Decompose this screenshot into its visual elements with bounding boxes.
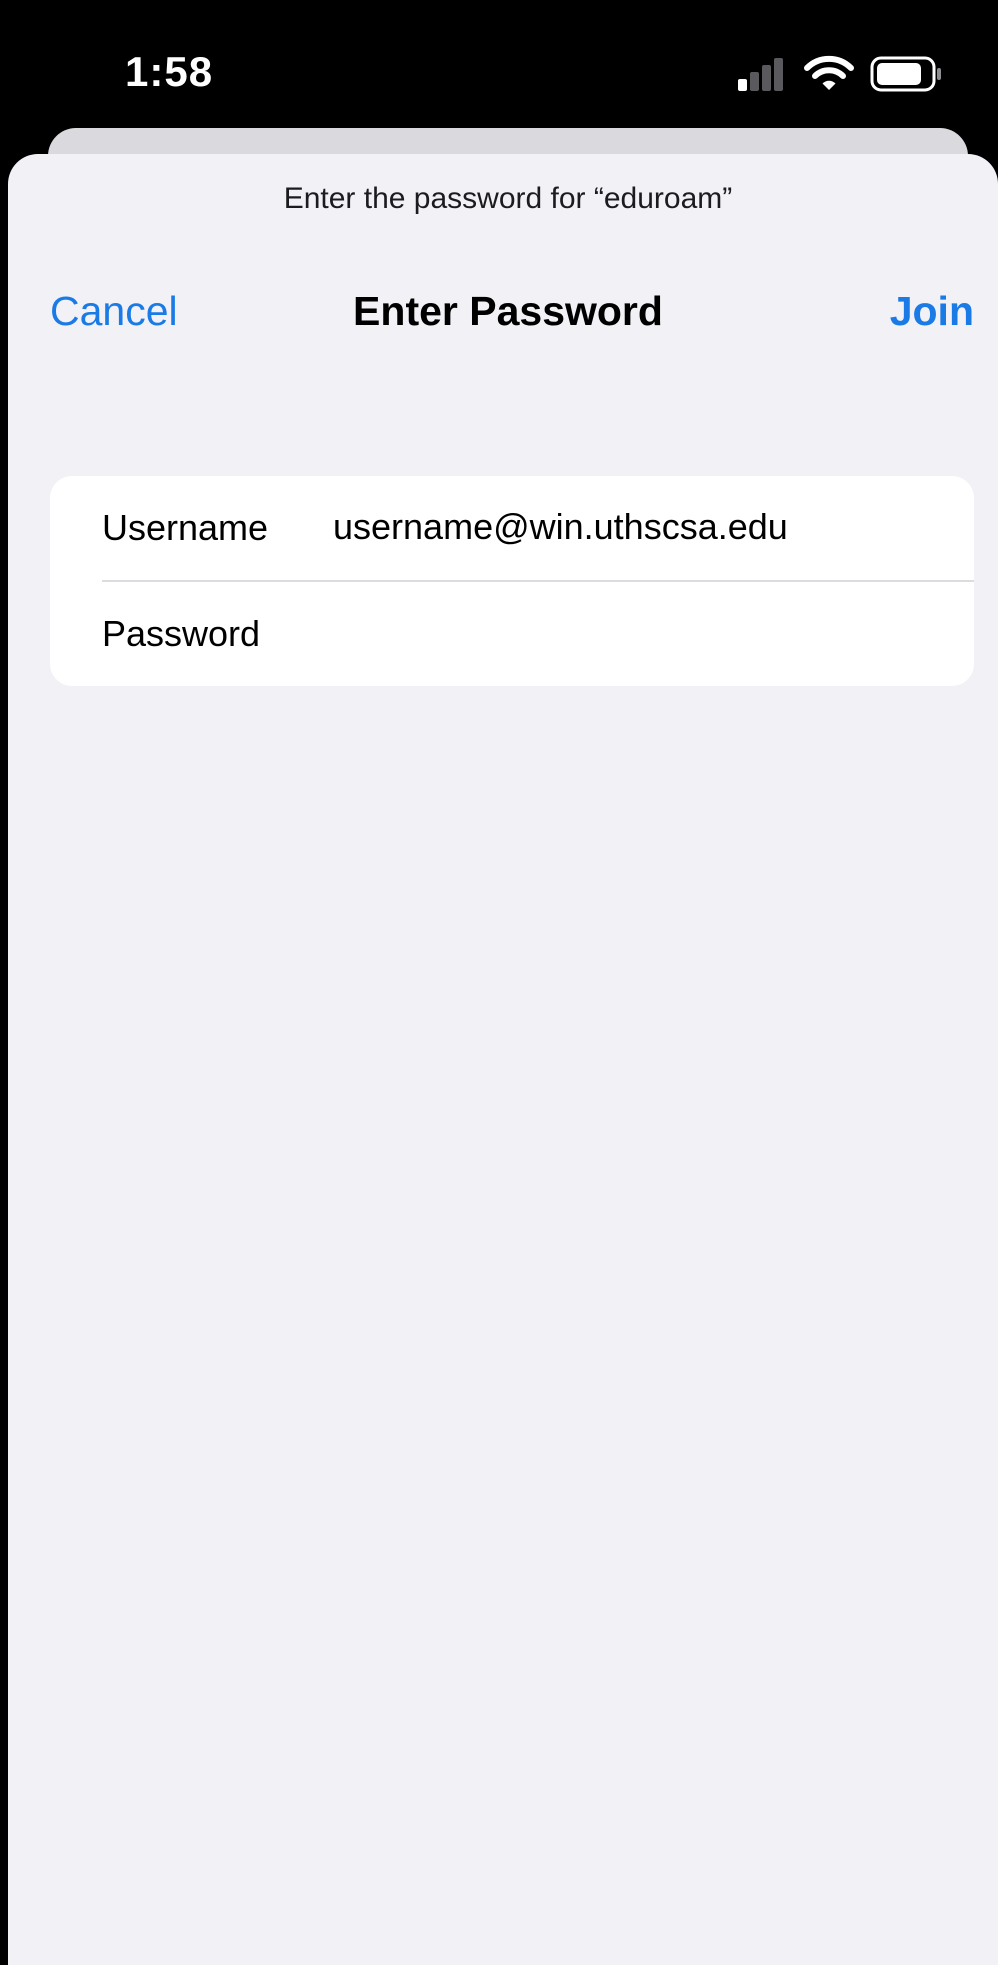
credentials-form: Username Password	[50, 476, 974, 686]
password-label: Password	[102, 613, 261, 654]
join-button[interactable]: Join	[890, 288, 974, 335]
wifi-icon	[804, 55, 854, 90]
status-time: 1:58	[125, 48, 214, 95]
status-icons	[736, 55, 946, 95]
network-prompt: Enter the password for “eduroam”	[283, 182, 733, 215]
battery-icon	[870, 56, 941, 92]
password-sheet: Enter the password for “eduroam” Cancel …	[8, 154, 998, 1965]
username-row[interactable]: Username	[50, 476, 974, 580]
password-field[interactable]	[333, 600, 953, 666]
screen: 1:58 Enter the password for “eduroam” Ca…	[0, 0, 998, 1965]
cellular-signal-icon	[738, 58, 783, 91]
username-field[interactable]	[333, 494, 953, 560]
status-bar: 1:58	[0, 0, 998, 130]
cancel-button[interactable]: Cancel	[50, 288, 178, 335]
username-label: Username	[102, 507, 269, 548]
password-row[interactable]: Password	[50, 582, 974, 686]
